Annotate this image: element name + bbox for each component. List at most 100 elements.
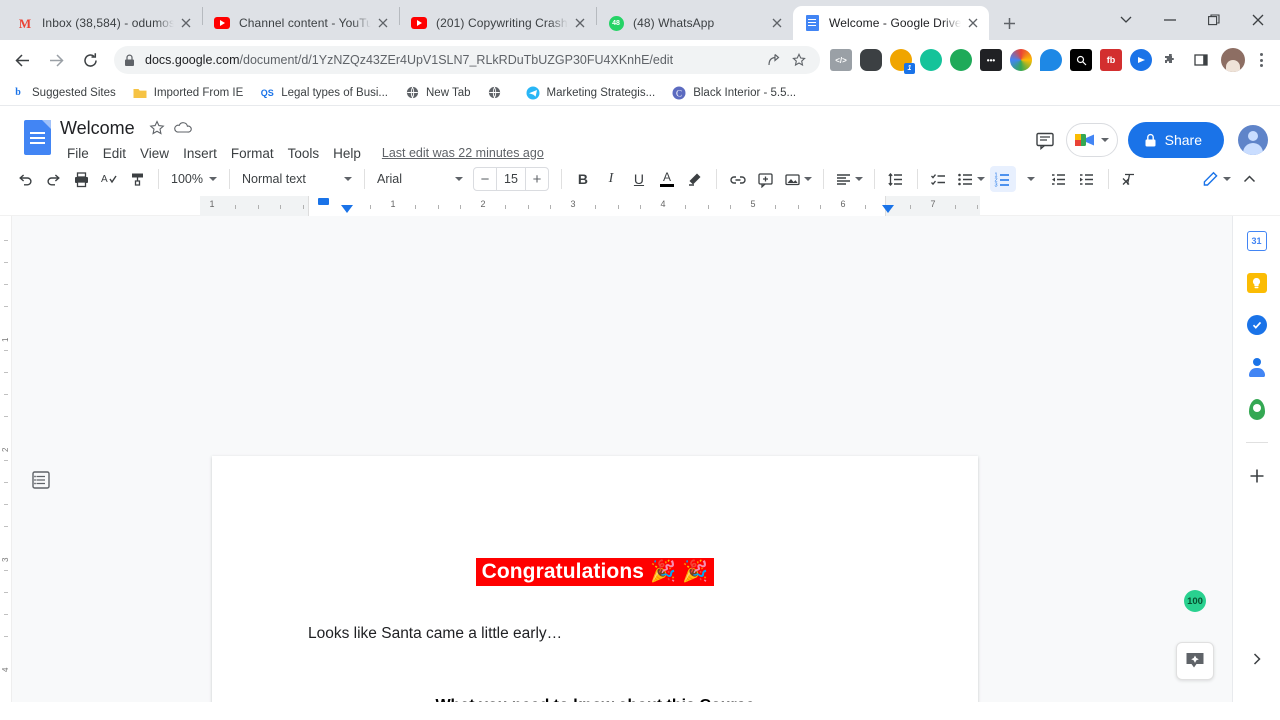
- sidebar-extension-icon[interactable]: [1190, 49, 1212, 71]
- document-outline-icon[interactable]: [28, 467, 54, 493]
- send-extension-icon[interactable]: [1130, 49, 1152, 71]
- bookmark-new-tab[interactable]: New Tab: [404, 85, 471, 101]
- document-content[interactable]: Congratulations 🎉 🎉 Looks like Santa cam…: [212, 456, 978, 702]
- google-maps-icon[interactable]: [1244, 396, 1270, 422]
- dark-reader-extension-icon[interactable]: •••: [980, 49, 1002, 71]
- browser-tab-welcome-google-drive[interactable]: Welcome - Google Drive: [793, 6, 989, 40]
- bookmark-globe-unnamed[interactable]: [487, 85, 509, 101]
- underline-button[interactable]: U: [626, 166, 652, 192]
- font-size-value[interactable]: 15: [495, 168, 526, 190]
- close-icon[interactable]: [572, 15, 588, 31]
- bookmark-suggested-sites[interactable]: b Suggested Sites: [10, 85, 116, 101]
- code-extension-icon[interactable]: </>: [830, 49, 852, 71]
- vertical-ruler[interactable]: 1 2 3 4: [0, 216, 12, 702]
- document-page[interactable]: Congratulations 🎉 🎉 Looks like Santa cam…: [212, 456, 978, 702]
- paint-format-icon[interactable]: [124, 166, 150, 192]
- menu-tools[interactable]: Tools: [281, 144, 327, 163]
- decrease-font-size-button[interactable]: −: [474, 168, 496, 190]
- fb-extension-icon[interactable]: fb: [1100, 49, 1122, 71]
- numbered-list-icon[interactable]: 123: [989, 166, 1016, 192]
- edit-mode-button[interactable]: [1199, 166, 1234, 192]
- paragraph-style-selector[interactable]: Normal text: [238, 166, 356, 192]
- align-icon[interactable]: [832, 166, 866, 192]
- cloud-saved-icon[interactable]: [171, 116, 195, 140]
- reload-icon[interactable]: [76, 46, 104, 74]
- numbered-list-options-chevron[interactable]: [1018, 166, 1044, 192]
- italic-button[interactable]: I: [598, 166, 624, 192]
- font-family-selector[interactable]: Arial: [373, 166, 467, 192]
- menu-help[interactable]: Help: [326, 144, 368, 163]
- water-drop-extension-icon[interactable]: [1040, 49, 1062, 71]
- clear-formatting-icon[interactable]: [1117, 166, 1143, 192]
- zoom-level-selector[interactable]: 100%: [167, 166, 221, 192]
- checklist-icon[interactable]: [926, 166, 952, 192]
- close-icon[interactable]: [178, 15, 194, 31]
- right-indent-marker[interactable]: [882, 205, 894, 213]
- comment-history-icon[interactable]: [1028, 123, 1062, 157]
- bookmark-legal-types-of-business[interactable]: QS Legal types of Busi...: [259, 85, 388, 101]
- google-docs-logo-icon[interactable]: [20, 116, 54, 158]
- menu-format[interactable]: Format: [224, 144, 281, 163]
- expand-panel-chevron-icon[interactable]: [1244, 646, 1270, 672]
- honey-extension-icon[interactable]: 1: [890, 49, 915, 74]
- horizontal-ruler[interactable]: 1 1 2 3 4 5 6 7: [0, 196, 1280, 216]
- close-icon[interactable]: [965, 15, 981, 31]
- spellcheck-icon[interactable]: A: [96, 166, 122, 192]
- minimize-icon[interactable]: [1148, 4, 1192, 36]
- bookmark-black-interior[interactable]: C Black Interior - 5.5...: [671, 85, 796, 101]
- last-edit-status[interactable]: Last edit was 22 minutes ago: [382, 146, 544, 160]
- robot-extension-icon[interactable]: [860, 49, 882, 71]
- add-comment-icon[interactable]: [753, 166, 779, 192]
- status-badge[interactable]: 100: [1184, 590, 1206, 612]
- maximize-restore-icon[interactable]: [1192, 4, 1236, 36]
- address-bar[interactable]: docs.google.com/document/d/1YzNZQz43ZEr4…: [114, 46, 820, 74]
- meet-button[interactable]: [1065, 123, 1118, 157]
- browser-tab-whatsapp[interactable]: (48) WhatsApp: [597, 6, 793, 40]
- bold-button[interactable]: B: [570, 166, 596, 192]
- menu-insert[interactable]: Insert: [176, 144, 224, 163]
- forward-arrow-icon[interactable]: [42, 46, 70, 74]
- puzzle-extensions-icon[interactable]: [1160, 49, 1182, 71]
- chevron-down-icon[interactable]: [1104, 4, 1148, 36]
- bulleted-list-icon[interactable]: [954, 166, 988, 192]
- close-icon[interactable]: [375, 15, 391, 31]
- font-size-stepper[interactable]: − 15 +: [472, 167, 549, 191]
- browser-tab-youtube-channel[interactable]: Channel content - YouTube S: [203, 6, 399, 40]
- color-wheel-extension-icon[interactable]: [1010, 49, 1032, 71]
- explore-button[interactable]: [1176, 642, 1214, 680]
- search-extension-icon[interactable]: [1070, 49, 1092, 71]
- menu-edit[interactable]: Edit: [96, 144, 133, 163]
- google-keep-icon[interactable]: [1244, 270, 1270, 296]
- bookmark-marketing-strategist[interactable]: Marketing Strategis...: [525, 85, 655, 101]
- undo-icon[interactable]: [12, 166, 38, 192]
- close-window-icon[interactable]: [1236, 4, 1280, 36]
- share-button[interactable]: Share: [1127, 122, 1224, 158]
- add-ons-plus-icon[interactable]: [1244, 463, 1270, 489]
- chrome-menu-icon[interactable]: [1250, 48, 1272, 72]
- decrease-indent-icon[interactable]: [1046, 166, 1072, 192]
- increase-font-size-button[interactable]: +: [526, 168, 548, 190]
- bookmark-imported-from-ie[interactable]: Imported From IE: [132, 85, 243, 101]
- line-spacing-icon[interactable]: [883, 166, 909, 192]
- browser-tab-gmail[interactable]: M Inbox (38,584) - odumosudo: [6, 6, 202, 40]
- star-icon[interactable]: [788, 49, 810, 71]
- browser-tab-copywriting-course[interactable]: (201) Copywriting Crash Cou: [400, 6, 596, 40]
- grammarly-extension-icon[interactable]: [920, 49, 942, 71]
- redo-icon[interactable]: [40, 166, 66, 192]
- google-contacts-icon[interactable]: [1244, 354, 1270, 380]
- share-icon[interactable]: [762, 49, 784, 71]
- left-indent-marker[interactable]: [341, 205, 353, 213]
- increase-indent-icon[interactable]: [1074, 166, 1100, 192]
- mint-extension-icon[interactable]: [950, 49, 972, 71]
- document-title[interactable]: Welcome: [60, 118, 135, 139]
- highlight-color-icon[interactable]: [682, 166, 708, 192]
- account-avatar[interactable]: [1238, 125, 1268, 155]
- print-icon[interactable]: [68, 166, 94, 192]
- first-line-indent-marker[interactable]: [318, 198, 329, 205]
- insert-image-icon[interactable]: [781, 166, 815, 192]
- new-tab-button[interactable]: [995, 9, 1023, 37]
- menu-file[interactable]: File: [60, 144, 96, 163]
- star-icon[interactable]: [145, 116, 169, 140]
- profile-avatar[interactable]: [1221, 48, 1245, 72]
- google-calendar-icon[interactable]: 31: [1244, 228, 1270, 254]
